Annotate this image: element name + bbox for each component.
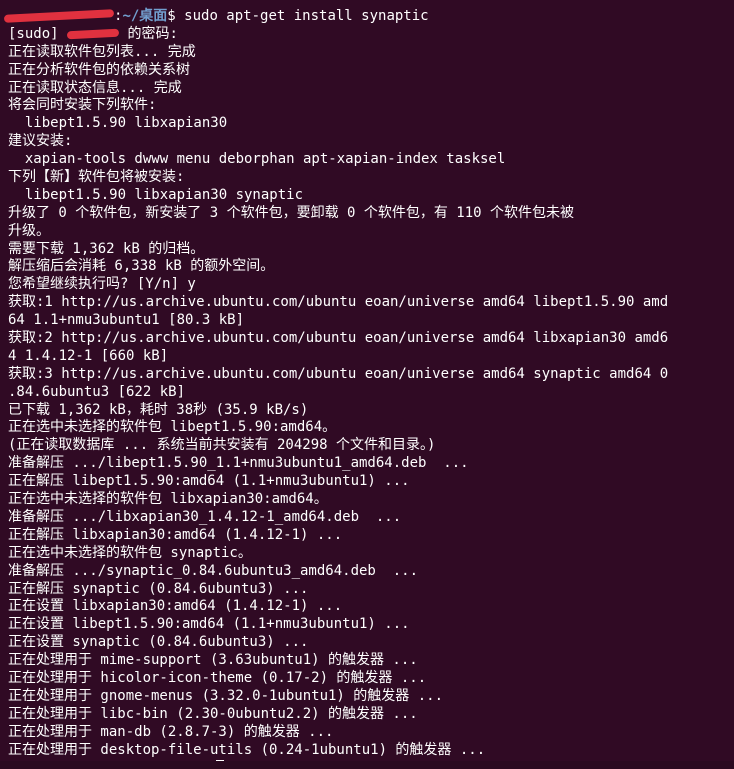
output-line: 正在解压 synaptic (0.84.6ubuntu3) ... bbox=[8, 580, 309, 597]
output-line: 建议安装: bbox=[8, 133, 73, 150]
sudo-prefix: [sudo] bbox=[8, 25, 68, 42]
prompt-symbol: $ bbox=[167, 8, 185, 24]
output-line: 下列【新】软件包将被安装: bbox=[8, 169, 185, 186]
output-line: 解压缩后会消耗 6,338 kB 的额外空间。 bbox=[8, 258, 275, 275]
output-line: 获取:3 http://us.archive.ubuntu.com/ubuntu… bbox=[8, 365, 669, 382]
output-line: 正在解压 libept1.5.90:amd64 (1.1+nmu3ubuntu1… bbox=[8, 473, 410, 490]
terminal-output: 正在读取软件包列表... 完成 正在分析软件包的依赖关系树 正在读取状态信息... … bbox=[8, 44, 734, 760]
output-line: 正在处理用于 mime-support (3.63ubuntu1) 的触发器 .… bbox=[8, 652, 418, 669]
output-line: 正在处理用于 man-db (2.8.7-3) 的触发器 ... bbox=[8, 723, 334, 740]
output-line: 您希望继续执行吗? [Y/n] y bbox=[8, 276, 196, 293]
output-line: 准备解压 .../synaptic_0.84.6ubuntu3_amd64.de… bbox=[8, 562, 419, 579]
output-line: 获取:2 http://us.archive.ubuntu.com/ubuntu… bbox=[8, 330, 669, 347]
sudo-password-line: [sudo] 的密码: bbox=[8, 26, 734, 44]
output-line: 将会同时安装下列软件: bbox=[8, 97, 157, 114]
output-line: 正在处理用于 hicolor-icon-theme (0.17-2) 的触发器 … bbox=[8, 669, 427, 686]
window-bottom-edge bbox=[0, 761, 734, 769]
output-line: 正在处理用于 libc-bin (2.30-0ubuntu2.2) 的触发器 .… bbox=[8, 705, 418, 722]
output-line: 正在解压 libxapian30:amd64 (1.4.12-1) ... bbox=[8, 526, 343, 543]
output-line: 正在设置 synaptic (0.84.6ubuntu3) ... bbox=[8, 634, 309, 651]
command-prompt-line: :~/桌面$ sudo apt-get install synaptic bbox=[3, 8, 734, 26]
output-line: 准备解压 .../libept1.5.90_1.1+nmu3ubuntu1_am… bbox=[8, 455, 469, 472]
output-line: 升级。 bbox=[8, 222, 50, 239]
output-line: 准备解压 .../libxapian30_1.4.12-1_amd64.deb … bbox=[8, 508, 402, 525]
output-line: 需要下载 1,362 kB 的归档。 bbox=[8, 240, 205, 257]
output-line: (正在读取数据库 ... 系统当前共安装有 204298 个文件和目录。) bbox=[8, 437, 436, 454]
output-line: 正在读取软件包列表... 完成 bbox=[8, 43, 196, 60]
output-line: 正在选中未选择的软件包 libxapian30:amd64。 bbox=[8, 491, 328, 508]
output-line: 正在选中未选择的软件包 libept1.5.90:amd64。 bbox=[8, 419, 337, 436]
output-line: 获取:1 http://us.archive.ubuntu.com/ubuntu… bbox=[8, 294, 669, 311]
output-line: 64 1.1+nmu3ubuntu1 [80.3 kB] bbox=[8, 312, 245, 329]
sudo-suffix: 的密码: bbox=[119, 25, 178, 42]
terminal-window[interactable]: :~/桌面$ sudo apt-get install synaptic [su… bbox=[0, 0, 734, 769]
output-line: 正在处理用于 desktop-file-utils (0.24-1ubuntu1… bbox=[8, 741, 486, 758]
command-text: sudo apt-get install synaptic bbox=[184, 8, 429, 24]
redacted-username bbox=[66, 28, 120, 40]
output-line: 正在设置 libept1.5.90:amd64 (1.1+nmu3ubuntu1… bbox=[8, 616, 410, 633]
output-line: 正在分析软件包的依赖关系树 bbox=[8, 61, 190, 78]
output-line: 4 1.4.12-1 [660 kB] bbox=[8, 347, 169, 364]
output-line: 正在设置 libxapian30:amd64 (1.4.12-1) ... bbox=[8, 598, 343, 615]
output-line: 已下载 1,362 kB，耗时 38秒 (35.9 kB/s) bbox=[8, 401, 309, 418]
output-line: .84.6ubuntu3 [622 kB] bbox=[8, 383, 186, 400]
redacted-user-host bbox=[3, 9, 115, 23]
output-line: 正在处理用于 gnome-menus (3.32.0-1ubuntu1) 的触发… bbox=[8, 687, 444, 704]
output-line: libept1.5.90 libxapian30 synaptic bbox=[8, 186, 304, 203]
output-line: 升级了 0 个软件包，新安装了 3 个软件包，要卸载 0 个软件包，有 110 … bbox=[8, 204, 574, 221]
output-line: xapian-tools dwww menu deborphan apt-xap… bbox=[8, 151, 506, 168]
output-line: 正在读取状态信息... 完成 bbox=[8, 79, 182, 96]
prompt-path: ~/桌面 bbox=[122, 8, 168, 24]
output-line: libept1.5.90 libxapian30 bbox=[8, 115, 228, 132]
output-line: 正在选中未选择的软件包 synaptic。 bbox=[8, 544, 252, 561]
